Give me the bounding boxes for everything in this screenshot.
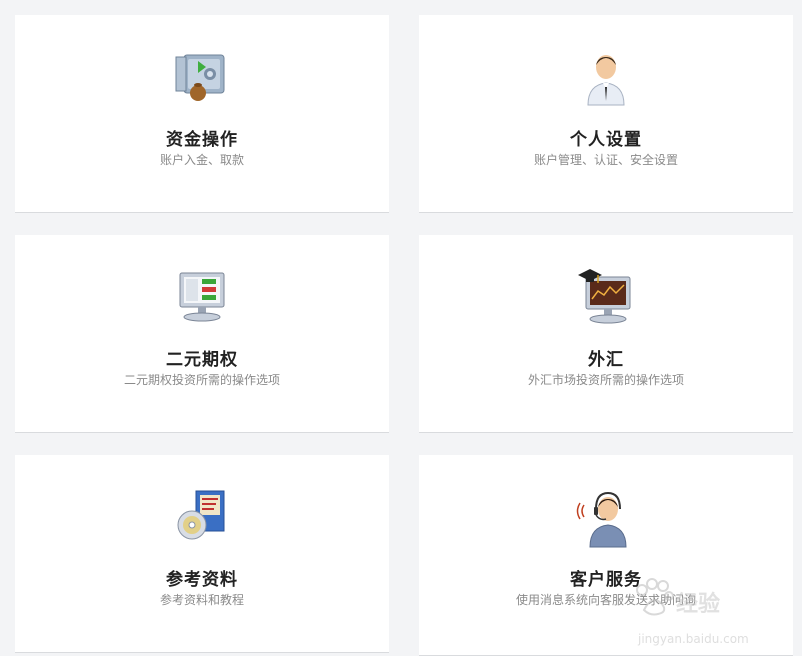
card-title: 外汇 (588, 350, 624, 370)
support-headset-icon (574, 485, 638, 549)
computer-graduation-cap-icon (574, 265, 638, 329)
safe-icon (170, 45, 234, 109)
book-cd-icon (170, 485, 234, 549)
card-subtitle: 外汇市场投资所需的操作选项 (527, 373, 684, 387)
computer-trading-icon (170, 265, 234, 329)
card-subtitle: 二元期权投资所需的操作选项 (123, 373, 280, 387)
card-title: 资金操作 (166, 130, 238, 150)
card-title: 参考资料 (166, 570, 238, 590)
card-subtitle: 账户管理、认证、安全设置 (533, 153, 678, 167)
card-fund-operations[interactable]: 资金操作 账户入金、取款 (15, 15, 389, 213)
card-customer-service[interactable]: 客户服务 使用消息系统向客服发送求助问询 (419, 455, 793, 656)
card-subtitle: 账户入金、取款 (159, 153, 244, 167)
card-title: 二元期权 (166, 350, 238, 370)
card-title: 客户服务 (570, 570, 642, 590)
card-title: 个人设置 (570, 130, 642, 150)
card-subtitle: 参考资料和教程 (159, 593, 244, 607)
card-forex[interactable]: 外汇 外汇市场投资所需的操作选项 (419, 235, 793, 433)
card-personal-settings[interactable]: 个人设置 账户管理、认证、安全设置 (419, 15, 793, 213)
card-subtitle: 使用消息系统向客服发送求助问询 (515, 593, 696, 607)
card-binary-options[interactable]: 二元期权 二元期权投资所需的操作选项 (15, 235, 389, 433)
user-profile-icon (574, 45, 638, 109)
card-reference-materials[interactable]: 参考资料 参考资料和教程 (15, 455, 389, 653)
